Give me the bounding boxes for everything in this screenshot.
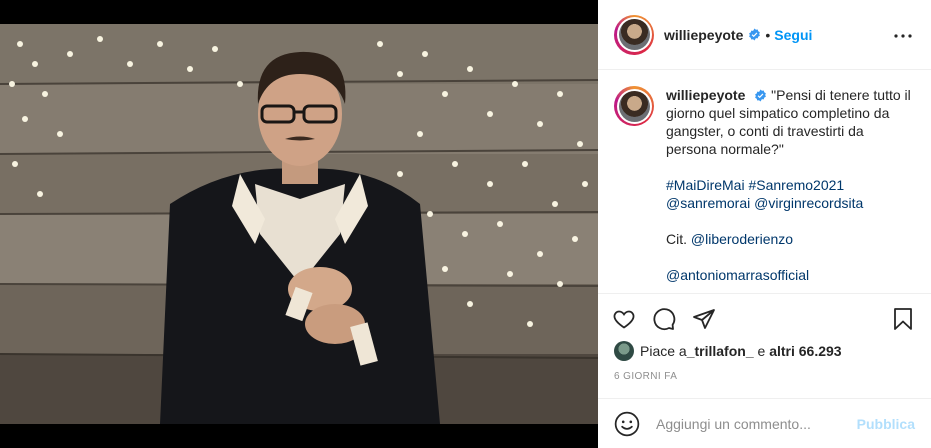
- likes-summary: Piace a _trillafon_ e altri 66.293: [614, 339, 915, 363]
- likes-prefix: Piace a: [640, 343, 687, 359]
- verified-badge-icon: [749, 28, 761, 41]
- comment-input[interactable]: [656, 415, 846, 432]
- caption-cit-prefix: Cit.: [666, 231, 691, 247]
- publish-button[interactable]: Pubblica: [857, 416, 915, 432]
- liker-username[interactable]: _trillafon_: [687, 343, 754, 359]
- author-avatar[interactable]: [614, 14, 654, 55]
- post-side-panel: williepeyote • Segui williepeyote "Pensi…: [598, 0, 931, 448]
- post-photo[interactable]: [0, 24, 598, 424]
- post-caption: williepeyote "Pensi di tenere tutto il g…: [598, 86, 931, 292]
- caption-avatar[interactable]: [614, 86, 654, 126]
- share-button[interactable]: [690, 305, 718, 333]
- verified-badge-icon: [755, 89, 767, 102]
- caption-username[interactable]: williepeyote: [666, 87, 745, 103]
- smiley-icon[interactable]: [614, 411, 640, 437]
- like-button[interactable]: [610, 305, 638, 333]
- author-username[interactable]: williepeyote: [664, 27, 743, 43]
- avatar-image: [618, 19, 650, 50]
- separator-dot: •: [765, 26, 771, 43]
- heart-icon: [613, 310, 635, 329]
- liker-avatar[interactable]: [614, 341, 634, 361]
- more-horizontal-icon[interactable]: [891, 24, 915, 48]
- photo-illustration: [0, 24, 598, 424]
- likes-others-count[interactable]: altri 66.293: [769, 343, 841, 359]
- caption-hashtags[interactable]: #MaiDireMai #Sanremo2021: [666, 177, 844, 193]
- likes-middle: e: [753, 343, 770, 359]
- post-media: [0, 0, 598, 448]
- add-comment-bar: Pubblica: [598, 398, 931, 448]
- caption-mentions[interactable]: @sanremorai @virginrecordsita: [666, 195, 863, 211]
- comment-button[interactable]: [650, 305, 678, 333]
- caption-cit-mention[interactable]: @liberoderienzo: [691, 231, 793, 247]
- post-date[interactable]: 6 GIORNI FA: [614, 371, 677, 382]
- comment-icon: [653, 307, 676, 330]
- caption-extra-mention[interactable]: @antoniomarrasofficial: [666, 267, 809, 283]
- post-actions-bar: [598, 293, 931, 343]
- bookmark-icon: [894, 307, 912, 330]
- post-header: williepeyote • Segui: [598, 0, 931, 70]
- paper-plane-icon: [693, 308, 715, 329]
- avatar-image: [618, 90, 650, 122]
- caption-text: williepeyote "Pensi di tenere tutto il g…: [666, 86, 915, 292]
- instagram-post-modal: williepeyote • Segui williepeyote "Pensi…: [0, 0, 931, 448]
- follow-button[interactable]: Segui: [774, 27, 812, 43]
- save-button[interactable]: [889, 305, 917, 333]
